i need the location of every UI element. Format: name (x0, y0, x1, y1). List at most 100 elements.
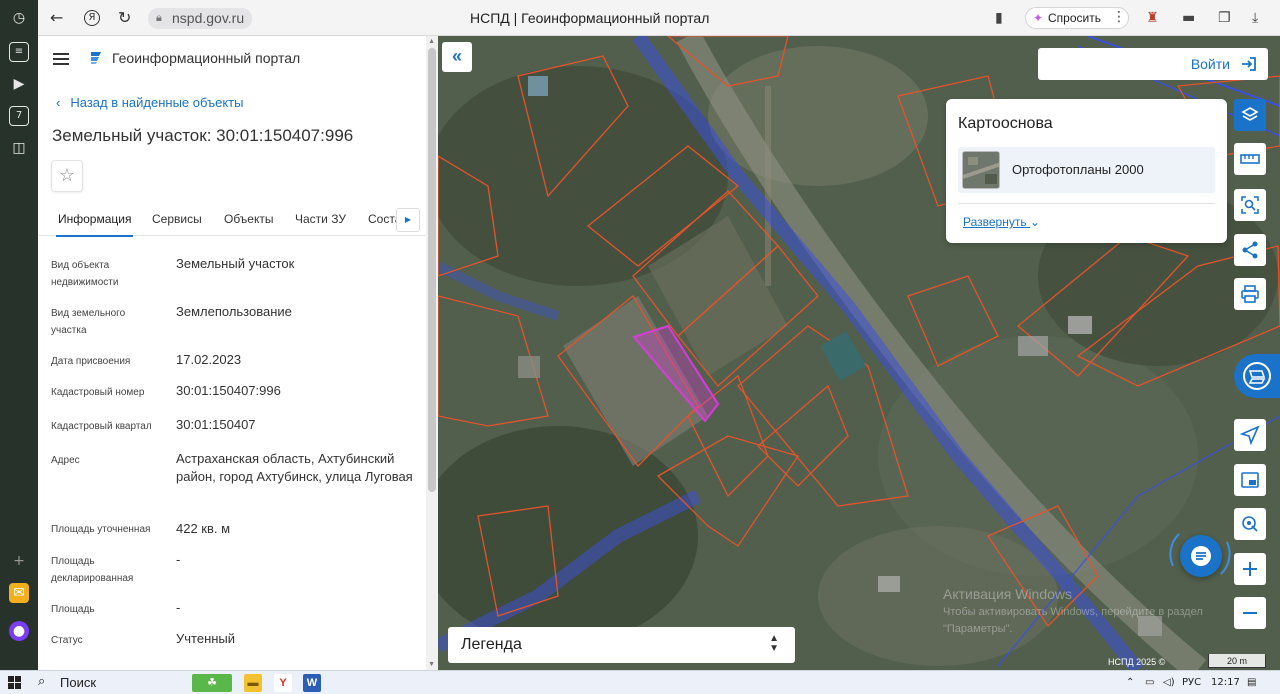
search-icon[interactable]: ⌕ (38, 674, 45, 689)
back-arrow-icon[interactable]: ← (50, 8, 63, 28)
zoom-out-button[interactable] (1234, 597, 1266, 629)
collections-icon[interactable]: ≡ (9, 42, 29, 62)
watermark-title: Активация Windows (943, 586, 1073, 602)
browser-toolbar: ← Я ↻ 🔒︎ nspd.gov.ru НСПД | Геоинформаци… (38, 0, 1280, 36)
tab-information[interactable]: Информация (55, 212, 134, 237)
scroll-down-icon[interactable]: ▼ (428, 661, 435, 668)
basemap-panel: Картооснова Ортофотопланы 2000 Развернут… (946, 99, 1227, 243)
select-area-icon (1241, 196, 1259, 214)
prop-value: 30:01:150407 (176, 417, 256, 432)
prop-value: Землепользование (176, 304, 292, 319)
more-menu-icon[interactable]: ⋮ (1112, 8, 1126, 26)
basemap-option[interactable]: Ортофотопланы 2000 (958, 147, 1215, 193)
geolocation-button[interactable] (1234, 508, 1266, 540)
prop-label: Площадь уточненная (51, 524, 151, 535)
prop-value: - (176, 600, 181, 615)
prop-label: Площадь декларированная (51, 556, 134, 584)
language-indicator[interactable]: РУС (1182, 676, 1201, 690)
network-icon[interactable]: ▭ (1145, 676, 1154, 690)
tabs-icon[interactable]: ❐ (1218, 9, 1231, 27)
word-icon[interactable]: W (303, 674, 321, 692)
alice-icon[interactable]: ● (9, 621, 29, 641)
print-icon (1241, 285, 1259, 303)
prop-value: Земельный участок (176, 256, 295, 271)
file-explorer-icon[interactable]: ▬ (244, 674, 262, 692)
login-button[interactable]: Войти (1038, 48, 1268, 80)
download-tray-icon[interactable]: ▬ (1182, 9, 1195, 27)
browser-sidebar: ◷ ≡ ▶ 7 ◫ + ✉ ● (0, 0, 38, 670)
panel-scrollbar[interactable]: ▲ ▼ (426, 36, 438, 670)
screenshot-icon[interactable]: ◫ (9, 138, 29, 158)
prop-value: Учтенный (176, 631, 236, 646)
calendar-icon[interactable]: 7 (9, 106, 29, 126)
prop-value: Астраханская область, Ахтубинский район,… (176, 451, 413, 484)
windows-start-icon[interactable] (8, 676, 22, 690)
chat-icon (1191, 546, 1211, 566)
volume-icon[interactable]: ◁) (1163, 676, 1175, 690)
share-button[interactable] (1234, 234, 1266, 266)
favorite-star-button[interactable]: ☆ (51, 160, 83, 192)
taskbar-search[interactable]: Поиск (60, 675, 96, 690)
area-select-button[interactable] (1234, 189, 1266, 221)
watermark-line: "Параметры". (943, 623, 1013, 635)
ruler-icon (1240, 154, 1260, 164)
divider (958, 203, 1215, 204)
menu-icon[interactable] (53, 53, 69, 65)
back-link-label: Назад в найденные объекты (70, 95, 244, 110)
object-title: Земельный участок: 30:01:150407:996 (52, 126, 354, 145)
tabs-scroll-right-icon[interactable]: ▶ (396, 208, 420, 232)
portal-logo-icon (91, 52, 101, 64)
collapse-panel-button[interactable]: « (442, 42, 472, 72)
zoom-in-button[interactable] (1234, 553, 1266, 585)
expand-link[interactable]: Развернуть ⌄ (963, 215, 1040, 229)
weather-widget-icon[interactable]: ☘ (192, 674, 232, 692)
minimap-button[interactable] (1234, 464, 1266, 496)
plus-icon (1243, 562, 1257, 576)
map-view[interactable]: « Войти Картооснова Ортофотопланы 2000 Р… (438, 36, 1280, 670)
prop-label: Площадь (51, 604, 95, 615)
notifications-icon[interactable]: ▤ (1247, 676, 1256, 690)
ai-icon: ✦ (1033, 11, 1044, 25)
locate-button[interactable] (1234, 419, 1266, 451)
tray-chevron-icon[interactable]: ⌃ (1126, 676, 1134, 690)
sort-arrows-icon: ▲ ▼ (769, 633, 779, 654)
prop-label: Вид земельного участка (51, 308, 126, 336)
download-icon[interactable]: ⤓ (1252, 9, 1258, 27)
side-panel-tab[interactable] (1234, 354, 1280, 398)
prop-label: Вид объекта недвижимости (51, 260, 119, 288)
object-info-panel: Геоинформационный портал ‹ Назад в найден… (38, 36, 438, 670)
legend-dropdown[interactable]: Легенда ▲ ▼ (448, 627, 795, 663)
media-play-icon[interactable]: ▶ (9, 74, 29, 94)
prop-label: Адрес (51, 455, 80, 466)
chevron-down-icon: ⌄ (1029, 215, 1041, 229)
tab-objects[interactable]: Объекты (224, 212, 274, 226)
prop-value: 422 кв. м (176, 521, 231, 536)
basemap-option-label: Ортофотопланы 2000 (1012, 162, 1144, 177)
bookmark-icon[interactable]: ▮ (995, 9, 1003, 27)
yandex-browser-icon[interactable]: Y (274, 674, 292, 692)
add-icon[interactable]: + (9, 551, 29, 571)
scrollbar-thumb[interactable] (428, 48, 436, 492)
address-bar[interactable]: 🔒︎ nspd.gov.ru (148, 8, 252, 29)
ask-label: Спросить (1048, 11, 1101, 25)
prop-value: 17.02.2023 (176, 352, 242, 367)
login-icon (1242, 57, 1256, 71)
back-to-results-link[interactable]: ‹ Назад в найденные объекты (56, 95, 243, 110)
yandex-icon[interactable]: Я (84, 10, 100, 26)
prop-label: Кадастровый номер (51, 387, 145, 398)
basemap-title: Картооснова (958, 115, 1053, 132)
layers-button[interactable] (1234, 99, 1266, 131)
reload-icon[interactable]: ↻ (118, 8, 131, 28)
login-label: Войти (1190, 56, 1230, 72)
print-button[interactable] (1234, 278, 1266, 310)
extension-icon[interactable]: ♜ (1146, 9, 1159, 27)
measure-button[interactable] (1234, 143, 1266, 175)
mail-icon[interactable]: ✉ (9, 583, 29, 603)
lock-icon: 🔒︎ (156, 12, 162, 24)
tab-services[interactable]: Сервисы (152, 212, 202, 226)
history-icon[interactable]: ◷ (9, 8, 29, 28)
clock[interactable]: 12:17 (1211, 676, 1240, 690)
scroll-up-icon[interactable]: ▲ (428, 38, 435, 45)
chat-button[interactable] (1180, 535, 1222, 577)
tab-parcel-parts[interactable]: Части ЗУ (295, 212, 346, 226)
